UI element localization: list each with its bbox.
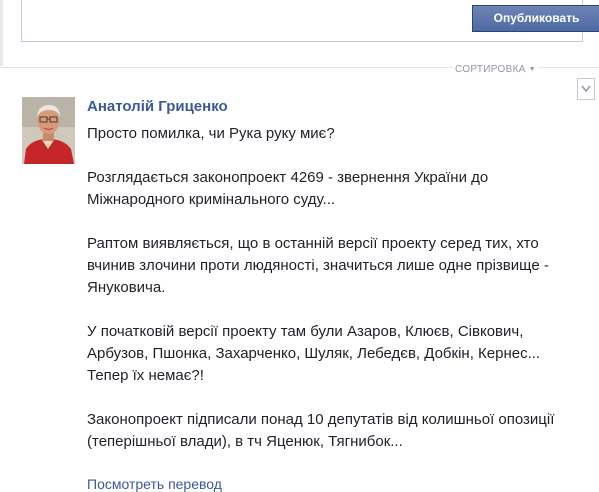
post-options-button[interactable] xyxy=(577,78,595,100)
post-text: Просто помилка, чи Рука руку миє? Розгля… xyxy=(87,123,587,475)
profile-photo xyxy=(22,97,75,164)
post-paragraph: Законопроект підписали понад 10 депутаті… xyxy=(87,411,555,450)
sort-dropdown[interactable]: СОРТИРОВКА ▼ xyxy=(453,64,538,75)
avatar[interactable] xyxy=(22,97,75,164)
caret-down-icon: ▼ xyxy=(528,66,536,73)
post-author-link[interactable]: Анатолій Гриценко xyxy=(87,98,228,115)
post-paragraph: У початковій версії проекту там були Аза… xyxy=(87,323,541,384)
post-paragraph: Розглядається законопроект 4269 - зверне… xyxy=(87,169,489,208)
post-paragraph: Просто помилка, чи Рука руку миє? xyxy=(87,125,335,142)
publish-button[interactable]: Опубликовать xyxy=(472,5,599,32)
chevron-down-icon xyxy=(581,85,591,93)
post-composer: Опубликовать xyxy=(21,0,599,42)
page-edge xyxy=(0,0,3,66)
sort-label: СОРТИРОВКА xyxy=(455,64,526,75)
facebook-page: Опубликовать СОРТИРОВКА ▼ Анатолій Грице… xyxy=(0,0,599,492)
post-paragraph: Раптом виявляється, що в останній версії… xyxy=(87,235,549,296)
see-translation-link[interactable]: Посмотреть перевод xyxy=(87,476,222,492)
